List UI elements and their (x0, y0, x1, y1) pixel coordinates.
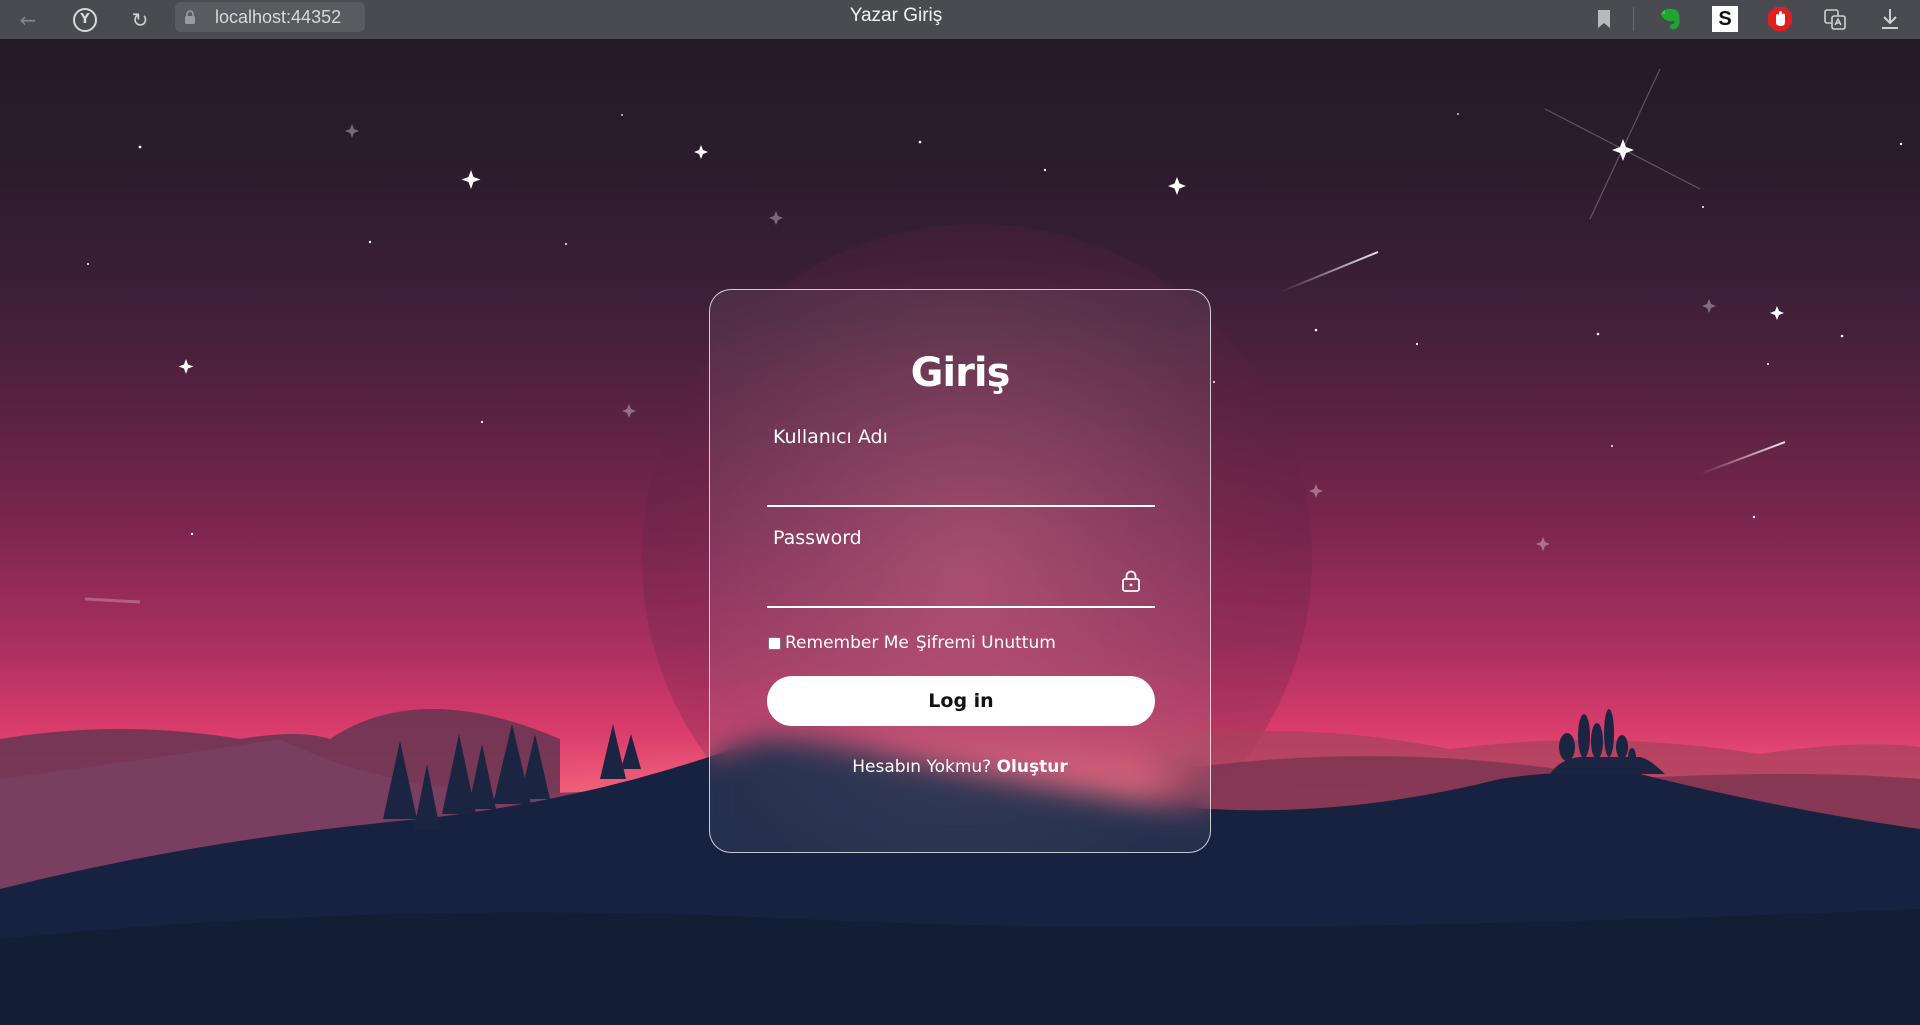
meteor-1 (1279, 251, 1379, 293)
ground-shadow (0, 909, 1920, 1025)
lock-icon (1122, 570, 1140, 592)
adblock-icon (1768, 7, 1792, 31)
bookmark-icon (1598, 10, 1610, 28)
username-label: Kullanıcı Adı (773, 426, 888, 448)
trees-hill-right (1550, 709, 1665, 774)
forgot-password-link[interactable]: Şifremi Unuttum (916, 633, 1056, 653)
login-card: Giriş Kullanıcı Adı Password Remember Me… (709, 289, 1211, 853)
haze-streak (84, 597, 141, 604)
translate-icon (1824, 9, 1846, 30)
background-scene: Giriş Kullanıcı Adı Password Remember Me… (0, 39, 1920, 1025)
s-extension-icon: S (1712, 6, 1738, 32)
evernote-extension[interactable] (1655, 4, 1685, 34)
browser-toolbar: ← Y ↻ localhost:44352 Yazar Giriş S (0, 0, 1920, 39)
download-button[interactable] (1875, 4, 1905, 34)
download-icon (1882, 9, 1898, 29)
meteor-2 (1699, 441, 1786, 475)
password-label: Password (773, 527, 862, 549)
password-input[interactable] (767, 568, 1155, 608)
s-extension[interactable]: S (1710, 4, 1740, 34)
remember-me-checkbox[interactable] (768, 636, 781, 650)
register-row: Hesabın Yokmu? Oluştur (710, 757, 1210, 777)
login-button[interactable]: Log in (767, 676, 1155, 726)
bookmark-button[interactable] (1589, 4, 1619, 34)
light-streak-b (1589, 68, 1661, 220)
tab-title: Yazar Giriş (849, 5, 943, 26)
login-title: Giriş (910, 350, 1011, 396)
evernote-icon (1661, 8, 1680, 30)
toolbar-divider (1633, 7, 1634, 31)
no-account-text: Hesabın Yokmu? (852, 757, 997, 777)
remember-me-label[interactable]: Remember Me (785, 633, 909, 653)
remember-row: Remember Me Şifremi Unuttum (768, 632, 1056, 654)
translate-extension[interactable] (1820, 4, 1850, 34)
register-link[interactable]: Oluştur (997, 757, 1068, 777)
adblock-extension[interactable] (1765, 4, 1795, 34)
username-input[interactable] (767, 467, 1155, 507)
